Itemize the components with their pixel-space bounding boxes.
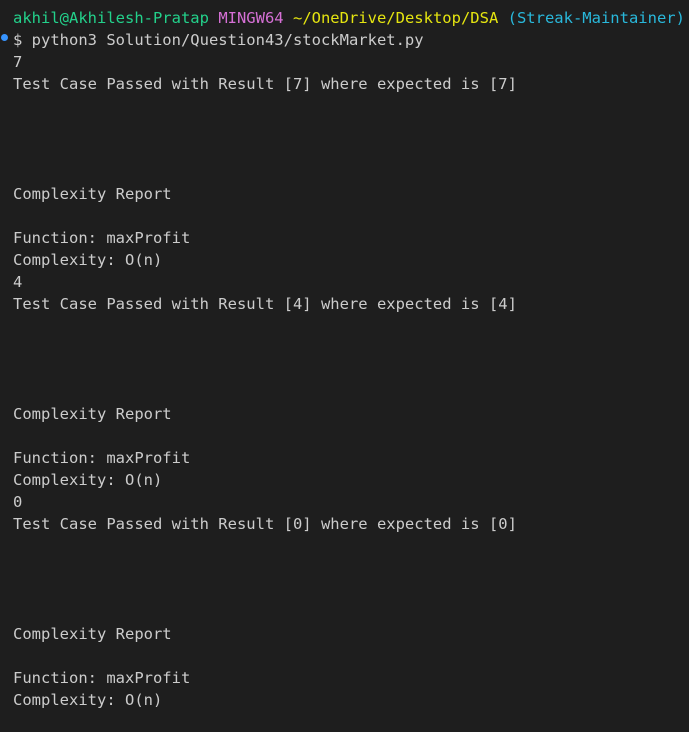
shell-prompt: akhil@Akhilesh-Pratap MINGW64 ~/OneDrive… <box>13 7 685 29</box>
complexity-line: Complexity: O(n) <box>13 471 163 489</box>
complexity-report-title: Complexity Report <box>13 185 172 203</box>
prompt-env: MINGW64 <box>218 9 284 27</box>
prompt-git-branch: (Streak-Maintainer) <box>507 9 685 27</box>
program-output: 4 <box>13 273 23 291</box>
complexity-line: Complexity: O(n) <box>13 691 163 709</box>
test-result-line: Test Case Passed with Result [0] where e… <box>13 515 517 533</box>
complexity-report-title: Complexity Report <box>13 405 172 423</box>
function-name-line: Function: maxProfit <box>13 669 191 687</box>
terminal-output[interactable]: akhil@Akhilesh-Pratap MINGW64 ~/OneDrive… <box>0 0 689 732</box>
function-name-line: Function: maxProfit <box>13 229 191 247</box>
prompt-user-host: akhil@Akhilesh-Pratap <box>13 9 209 27</box>
function-name-line: Function: maxProfit <box>13 449 191 467</box>
prompt-cwd: ~/OneDrive/Desktop/DSA <box>292 9 499 27</box>
command-line: $ python3 Solution/Question43/stockMarke… <box>13 31 424 49</box>
test-result-line: Test Case Passed with Result [7] where e… <box>13 75 517 93</box>
complexity-report-title: Complexity Report <box>13 625 172 643</box>
command-decoration-dot-icon[interactable] <box>1 34 8 41</box>
test-result-line: Test Case Passed with Result [4] where e… <box>13 295 517 313</box>
program-output: 7 <box>13 53 23 71</box>
complexity-line: Complexity: O(n) <box>13 251 163 269</box>
program-output: 0 <box>13 493 23 511</box>
